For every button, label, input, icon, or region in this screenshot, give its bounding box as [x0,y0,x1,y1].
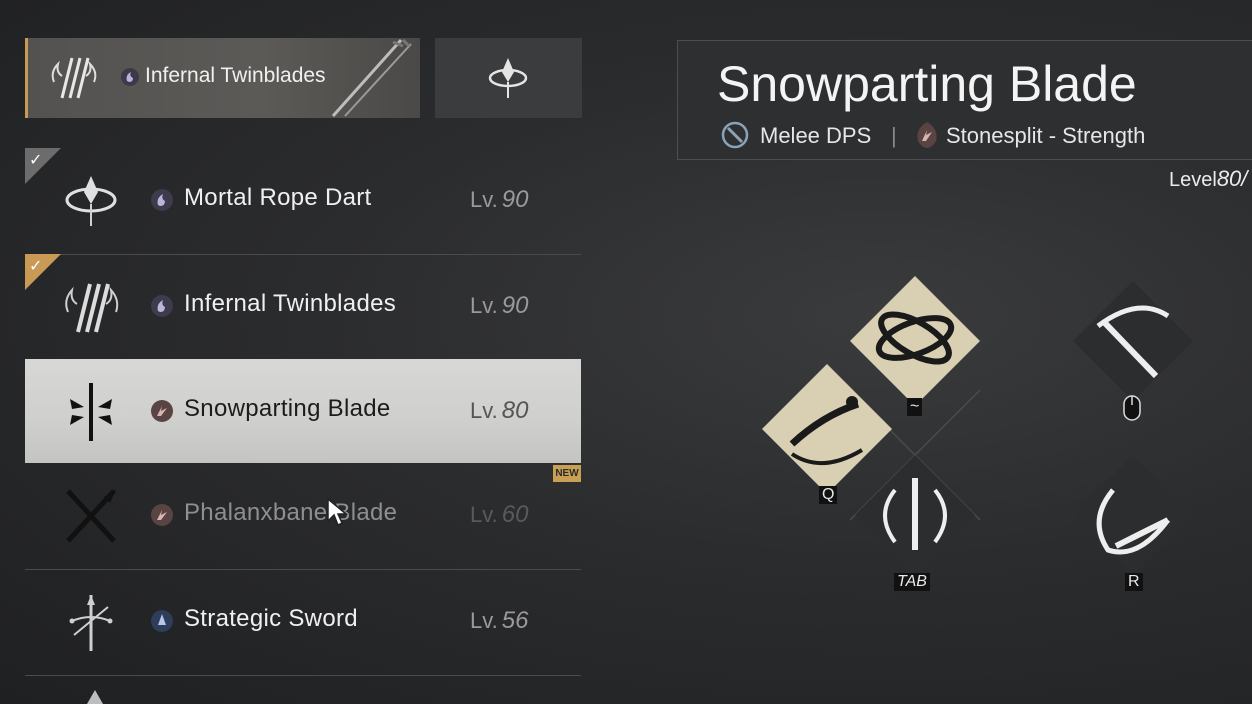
weapon-detail-panel: Snowparting Blade Melee DPS | Stonesplit… [677,40,1252,160]
weapon-name: Phalanxbane Blade [184,499,398,526]
weapon-title: Snowparting Blade [717,56,1137,112]
melee-dps-icon [721,121,749,149]
skill-slash-icon [1073,281,1193,401]
mouse-cursor-icon [327,497,349,527]
twinblades-icon [65,283,119,333]
snowparting-blade-icon [70,383,112,441]
tilde-key-label: ~ [907,398,923,416]
weapon-row-mortal-rope-dart[interactable]: ✓ Mortal Rope Dart Lv. 90 [25,148,581,255]
weapon-name: Strategic Sword [184,605,358,632]
skill-blade-spin-icon [855,455,975,575]
weapon-role: Melee DPS [760,123,872,148]
skill-tab[interactable] [850,450,980,580]
skill-r[interactable] [1068,450,1198,580]
weapon-name: Mortal Rope Dart [184,184,372,211]
weapon-name: Infernal Twinblades [184,290,397,317]
weapon-level-progress: Level80/ [1169,166,1248,191]
weapon-level: Lv. 56 [470,607,529,634]
phalanxbane-blade-icon [66,489,116,543]
mouse-icon [1123,395,1141,421]
weapon-row-infernal-twinblades[interactable]: ✓ Infernal Twinblades Lv. 90 [25,254,581,361]
rope-dart-icon [65,176,117,226]
skill-mouse[interactable] [1068,276,1198,406]
stonesplit-type-icon [917,122,937,148]
new-badge: NEW [553,465,581,482]
rope-dart-icon [488,58,528,98]
weapon-row-strategic-sword[interactable]: Strategic Sword Lv. 56 [25,569,581,676]
q-key-label: Q [819,486,838,504]
equipped-weapon-name: Infernal Twinblades [145,64,326,87]
weapon-row-snowparting-blade[interactable]: Snowparting Blade Lv. 80 [25,359,581,463]
tab-key-label: TAB [894,573,930,591]
weapon-path: Stonesplit - Strength [946,123,1146,148]
twinblades-art [331,38,412,118]
strategic-sword-icon [69,595,113,651]
weapon-level: Lv. 90 [470,186,529,213]
flame-type-icon [121,68,139,86]
weapon-level: Lv. 90 [470,292,529,319]
separator: | [891,123,897,148]
stonesplit-type-icon [151,400,173,422]
equipped-primary-weapon[interactable]: Infernal Twinblades [25,38,420,118]
flame-type-icon [151,189,173,211]
skill-crescent-slash-icon [1073,455,1193,575]
weapon-name: Snowparting Blade [184,395,391,422]
r-key-label: R [1125,573,1143,591]
equipped-secondary-weapon[interactable] [435,38,582,118]
weapon-level: Lv. 80 [470,397,529,424]
partial-weapon-icon [87,690,103,704]
flame-type-icon [151,295,173,317]
weapon-row-phalanxbane-blade[interactable]: Phalanxbane Blade Lv. 60 [25,463,581,570]
twinblades-icon [51,57,97,99]
weapon-level: Lv. 60 [470,501,529,528]
check-icon: ✓ [29,152,43,169]
check-icon: ✓ [29,258,43,275]
bamboo-type-icon [151,610,173,632]
stonesplit-type-icon [151,504,173,526]
